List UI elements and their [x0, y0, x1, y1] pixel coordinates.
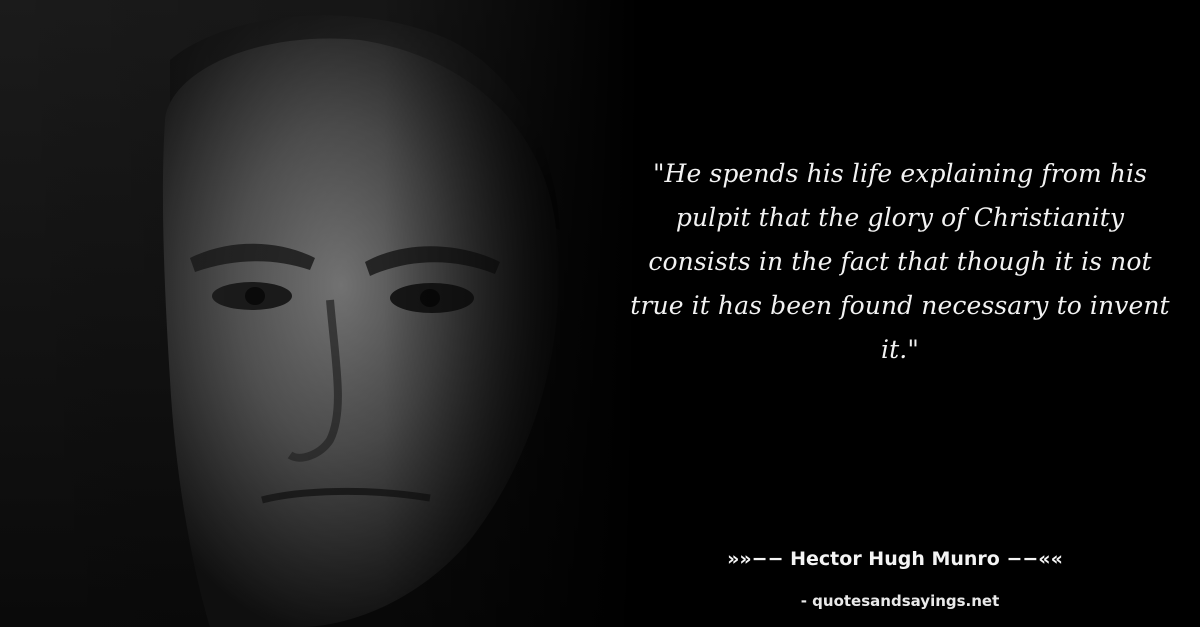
- quote-card: "He spends his life explaining from his …: [0, 0, 1200, 627]
- quote-text: "He spends his life explaining from his …: [630, 159, 1170, 364]
- author-portrait: [0, 0, 640, 627]
- author-attribution: »»−− Hector Hugh Munro −−««: [727, 548, 1063, 570]
- source-attribution: - quotesandsayings.net: [800, 592, 1000, 610]
